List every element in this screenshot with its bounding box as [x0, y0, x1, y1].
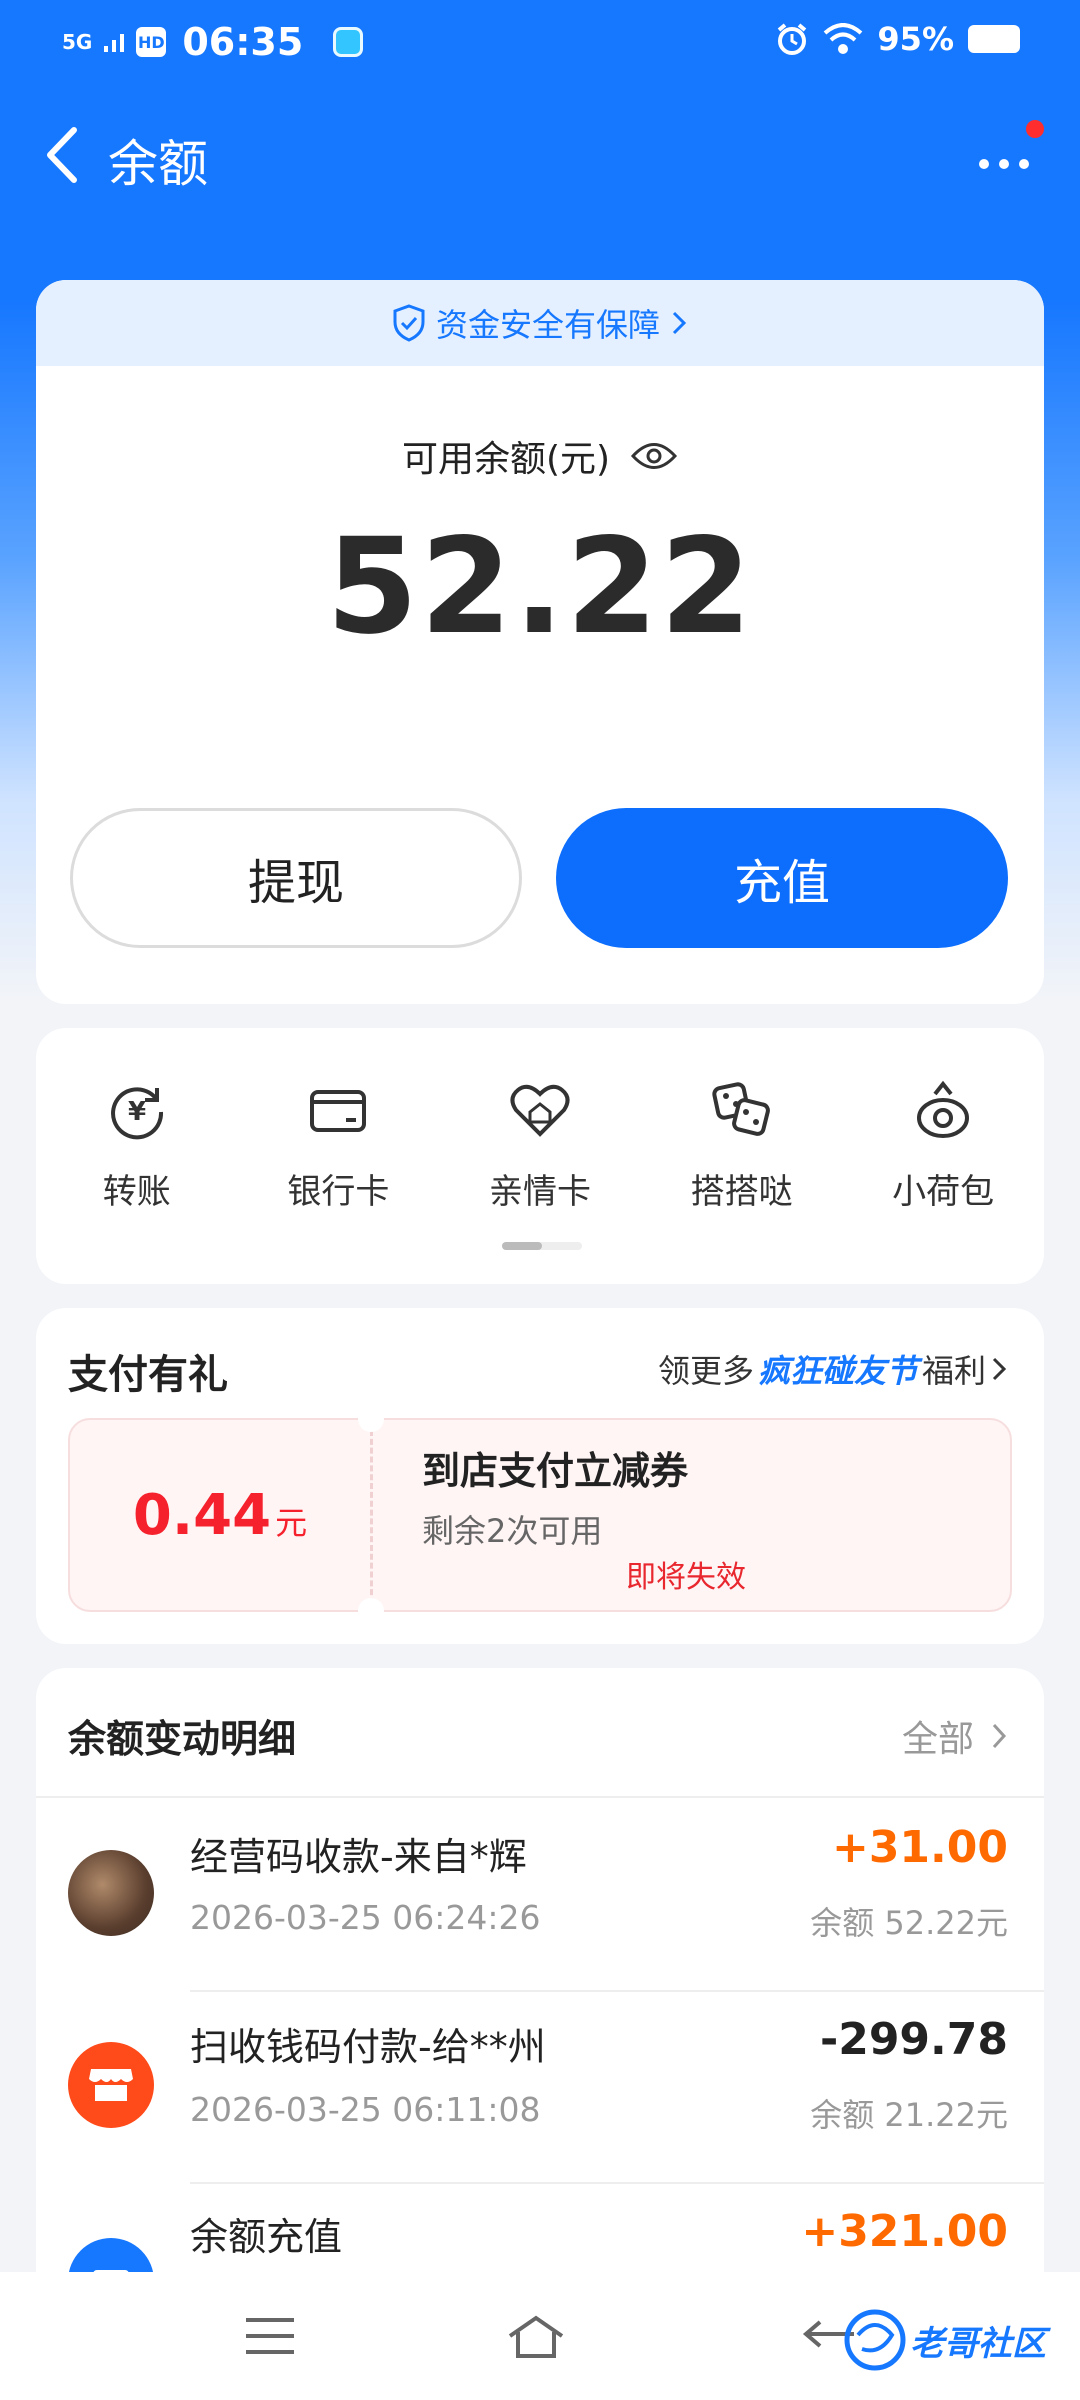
withdraw-button[interactable]: 提现 [70, 808, 522, 948]
balance-card: 资金安全有保障 可用余额(元) 52.22 提现 充值 [36, 280, 1044, 1004]
coupon-expiring-label: 即将失效 [626, 1560, 746, 1595]
alarm-icon [778, 23, 807, 55]
battery-icon [968, 25, 1020, 53]
hd-icon: HD [136, 27, 167, 57]
coupon-divider [370, 1430, 373, 1604]
page-title: 余额 [108, 135, 208, 193]
transaction-time: 2026-03-25 06:11:08 [190, 2090, 541, 2129]
transaction-amount: +31.00 [831, 1822, 1008, 1873]
shield-icon [393, 304, 425, 342]
signal-indicator: 5G [62, 30, 93, 54]
balance-amount: 52.22 [326, 510, 754, 664]
feature-transfer[interactable]: ¥ 转账 [36, 1078, 238, 1213]
wifi-icon [824, 23, 863, 54]
transaction-name: 余额充值 [190, 2215, 343, 2259]
payment-reward-card: 支付有礼 领更多 疯狂碰友节 福利 0.44 元 到店支付立减券 剩余2次可用 … [36, 1308, 1044, 1644]
transaction-name: 扫收钱码付款-给**州 [190, 2025, 546, 2069]
battery-percent: 95% [877, 20, 954, 58]
feature-shortcuts: ¥ 转账 银行卡 亲情卡 搭搭哒 小荷包 [36, 1028, 1044, 1284]
feature-label: 银行卡 [287, 1172, 390, 1212]
top-nav: 余额 [0, 100, 1080, 210]
promo-more-link[interactable]: 领更多 疯狂碰友节 福利 [658, 1346, 1008, 1392]
feature-label: 小荷包 [892, 1172, 995, 1212]
transaction-row[interactable]: 经营码收款-来自*辉 2026-03-25 06:24:26 +31.00 余额… [36, 1798, 1044, 1990]
status-time: 06:35 [182, 20, 304, 64]
app-notification-icon [333, 27, 364, 57]
watermark: 老哥社区 [840, 2300, 1070, 2380]
chevron-right-icon [992, 1723, 1007, 1749]
feature-scroll-indicator [502, 1242, 582, 1250]
transactions-title: 余额变动明细 [68, 1717, 297, 1761]
transaction-row[interactable]: 扫收钱码付款-给**州 2026-03-25 06:11:08 -299.78 … [36, 1992, 1044, 2184]
promo-more-prefix: 领更多 [657, 1352, 754, 1390]
svg-text:¥: ¥ [128, 1097, 146, 1127]
transaction-amount: +321.00 [801, 2206, 1008, 2257]
promo-more-suffix: 福利 [921, 1352, 986, 1390]
feature-dadada[interactable]: 搭搭哒 [641, 1078, 843, 1213]
fund-safety-text: 资金安全有保障 [435, 306, 660, 344]
feature-bank-card[interactable]: 银行卡 [238, 1078, 440, 1213]
coupon-unit: 元 [275, 1504, 308, 1542]
coupon[interactable]: 0.44 元 到店支付立减券 剩余2次可用 即将失效 [68, 1406, 1012, 1624]
payer-avatar [68, 1850, 154, 1936]
watermark-text: 老哥社区 [910, 2323, 1046, 2364]
dice-icon [711, 1082, 770, 1136]
home-icon[interactable] [506, 2312, 566, 2362]
view-all-label: 全部 [901, 1719, 974, 1760]
transaction-amount: -299.78 [819, 2014, 1008, 2065]
heart-card-icon [510, 1084, 570, 1137]
chevron-right-icon [672, 311, 687, 335]
bank-card-icon [310, 1090, 367, 1132]
transaction-name: 经营码收款-来自*辉 [190, 1835, 527, 1879]
transaction-balance: 余额 21.22元 [810, 2096, 1008, 2134]
chevron-right-icon [992, 1357, 1007, 1381]
transaction-time: 2026-03-25 06:24:26 [190, 1898, 541, 1937]
recharge-button[interactable]: 充值 [556, 808, 1008, 948]
feature-purse[interactable]: 小荷包 [842, 1078, 1044, 1213]
promo-title: 支付有礼 [68, 1352, 228, 1398]
notification-dot [1026, 120, 1044, 138]
feature-label: 搭搭哒 [690, 1172, 793, 1212]
status-bar: 5G HD 06:35 95% [0, 0, 1080, 86]
more-menu-icon[interactable] [970, 130, 1040, 190]
signal-bars-icon [104, 34, 125, 52]
coupon-amount: 0.44 [132, 1482, 272, 1548]
coupon-title: 到店支付立减券 [422, 1449, 689, 1493]
promo-event-name: 疯狂碰友节 [757, 1352, 918, 1390]
view-all-link[interactable]: 全部 [902, 1710, 1008, 1762]
feature-label: 亲情卡 [488, 1172, 591, 1212]
feature-family-card[interactable]: 亲情卡 [439, 1078, 641, 1213]
yuan-transfer-icon: ¥ [110, 1087, 163, 1140]
coupon-remaining: 剩余2次可用 [422, 1512, 603, 1550]
transaction-balance: 余额 52.22元 [810, 1904, 1008, 1942]
menu-icon[interactable] [240, 2312, 300, 2362]
fund-safety-banner[interactable]: 资金安全有保障 [36, 280, 1044, 366]
eye-icon[interactable] [630, 441, 678, 471]
purse-icon [917, 1080, 970, 1138]
balance-label: 可用余额(元) [401, 439, 611, 480]
back-arrow-icon[interactable] [30, 120, 100, 190]
store-icon [68, 2042, 154, 2128]
dragon-logo-icon [844, 2309, 906, 2371]
feature-label: 转账 [102, 1172, 171, 1212]
